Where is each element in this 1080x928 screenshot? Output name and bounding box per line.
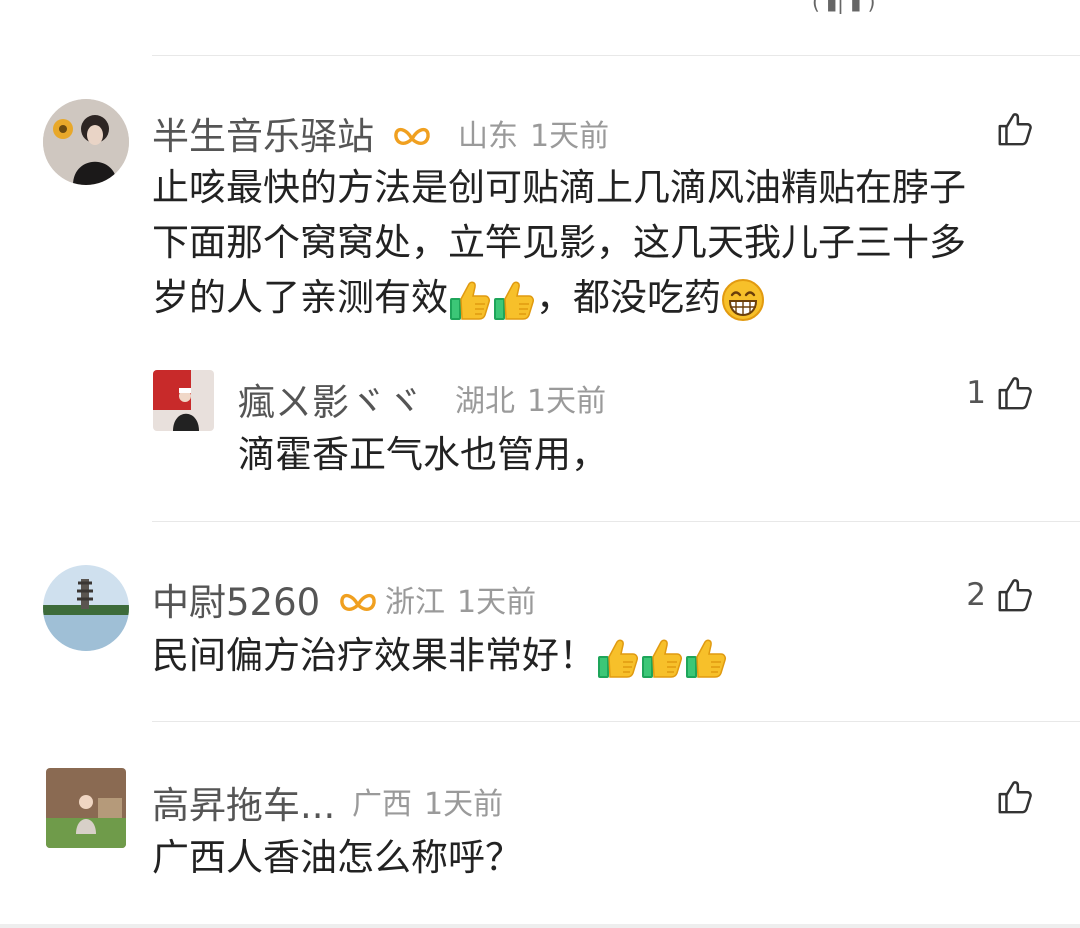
comment-location: 浙江 bbox=[385, 585, 445, 620]
thumbs-up-emoji-icon bbox=[596, 636, 640, 680]
like-button[interactable]: 1 bbox=[966, 374, 1034, 412]
comment-time: 1天前 bbox=[457, 585, 537, 620]
avatar[interactable] bbox=[46, 768, 126, 848]
thumbs-up-emoji-icon bbox=[684, 636, 728, 680]
avatar-image bbox=[43, 565, 129, 651]
avatar[interactable] bbox=[153, 370, 214, 431]
avatar[interactable] bbox=[43, 565, 129, 651]
comment-location: 湖北 bbox=[455, 384, 515, 419]
avatar-image bbox=[43, 99, 129, 185]
avatar-image bbox=[46, 768, 126, 848]
like-button[interactable] bbox=[986, 778, 1034, 816]
comment-time: 1天前 bbox=[530, 119, 610, 154]
thumbs-up-icon bbox=[996, 110, 1034, 148]
thumbs-up-icon bbox=[996, 778, 1034, 816]
comment-divider bbox=[152, 521, 1080, 522]
commenter-name[interactable]: 瘋ㄨ影ヾヾ bbox=[238, 372, 423, 426]
comment-meta: 山东 1天前 bbox=[458, 111, 609, 155]
comment-text: 民间偏方治疗效果非常好！ bbox=[152, 628, 728, 683]
bottom-separator bbox=[0, 924, 1080, 928]
top-divider bbox=[152, 55, 1080, 56]
avatar[interactable] bbox=[43, 99, 129, 185]
commenter-name[interactable]: 高昇拖车... bbox=[152, 775, 335, 829]
grinning-emoji-icon bbox=[721, 278, 765, 322]
vip-badge-icon bbox=[338, 590, 378, 620]
comment-divider bbox=[152, 721, 1080, 722]
comment-location: 广西 bbox=[352, 787, 412, 822]
commenter-name[interactable]: 中尉5260 bbox=[152, 572, 378, 626]
commenter-name[interactable]: 半生音乐驿站 bbox=[152, 106, 432, 160]
comment-text: 广西人香油怎么称呼？ bbox=[152, 836, 522, 879]
comment-text: 止咳最快的方法是创可贴滴上几滴风油精贴在脖子 下面那个窝窝处，立竿见影，这几天我… bbox=[152, 160, 1052, 325]
thumbs-up-icon bbox=[996, 374, 1034, 412]
vip-badge-icon bbox=[392, 124, 432, 154]
comment-time: 1天前 bbox=[527, 384, 607, 419]
comment-text: 滴霍香正气水也管用， bbox=[238, 433, 608, 476]
thumbs-up-icon bbox=[996, 576, 1034, 614]
comment-meta: 湖北 1天前 bbox=[455, 376, 606, 420]
thumbs-up-emoji-icon bbox=[492, 278, 536, 322]
comment-meta: 广西 1天前 bbox=[352, 779, 503, 823]
thumbs-up-emoji-icon bbox=[448, 278, 492, 322]
like-button[interactable]: 2 bbox=[966, 576, 1034, 614]
like-button[interactable] bbox=[986, 110, 1034, 148]
like-count: 1 bbox=[966, 375, 986, 411]
like-count: 2 bbox=[966, 577, 986, 613]
top-fragment: ( ▮| ▮ ) bbox=[812, 0, 876, 14]
comment-time: 1天前 bbox=[424, 787, 504, 822]
comment-location: 山东 bbox=[458, 119, 518, 154]
thumbs-up-emoji-icon bbox=[640, 636, 684, 680]
comment-meta: 浙江 1天前 bbox=[385, 577, 536, 621]
avatar-image bbox=[153, 370, 214, 431]
